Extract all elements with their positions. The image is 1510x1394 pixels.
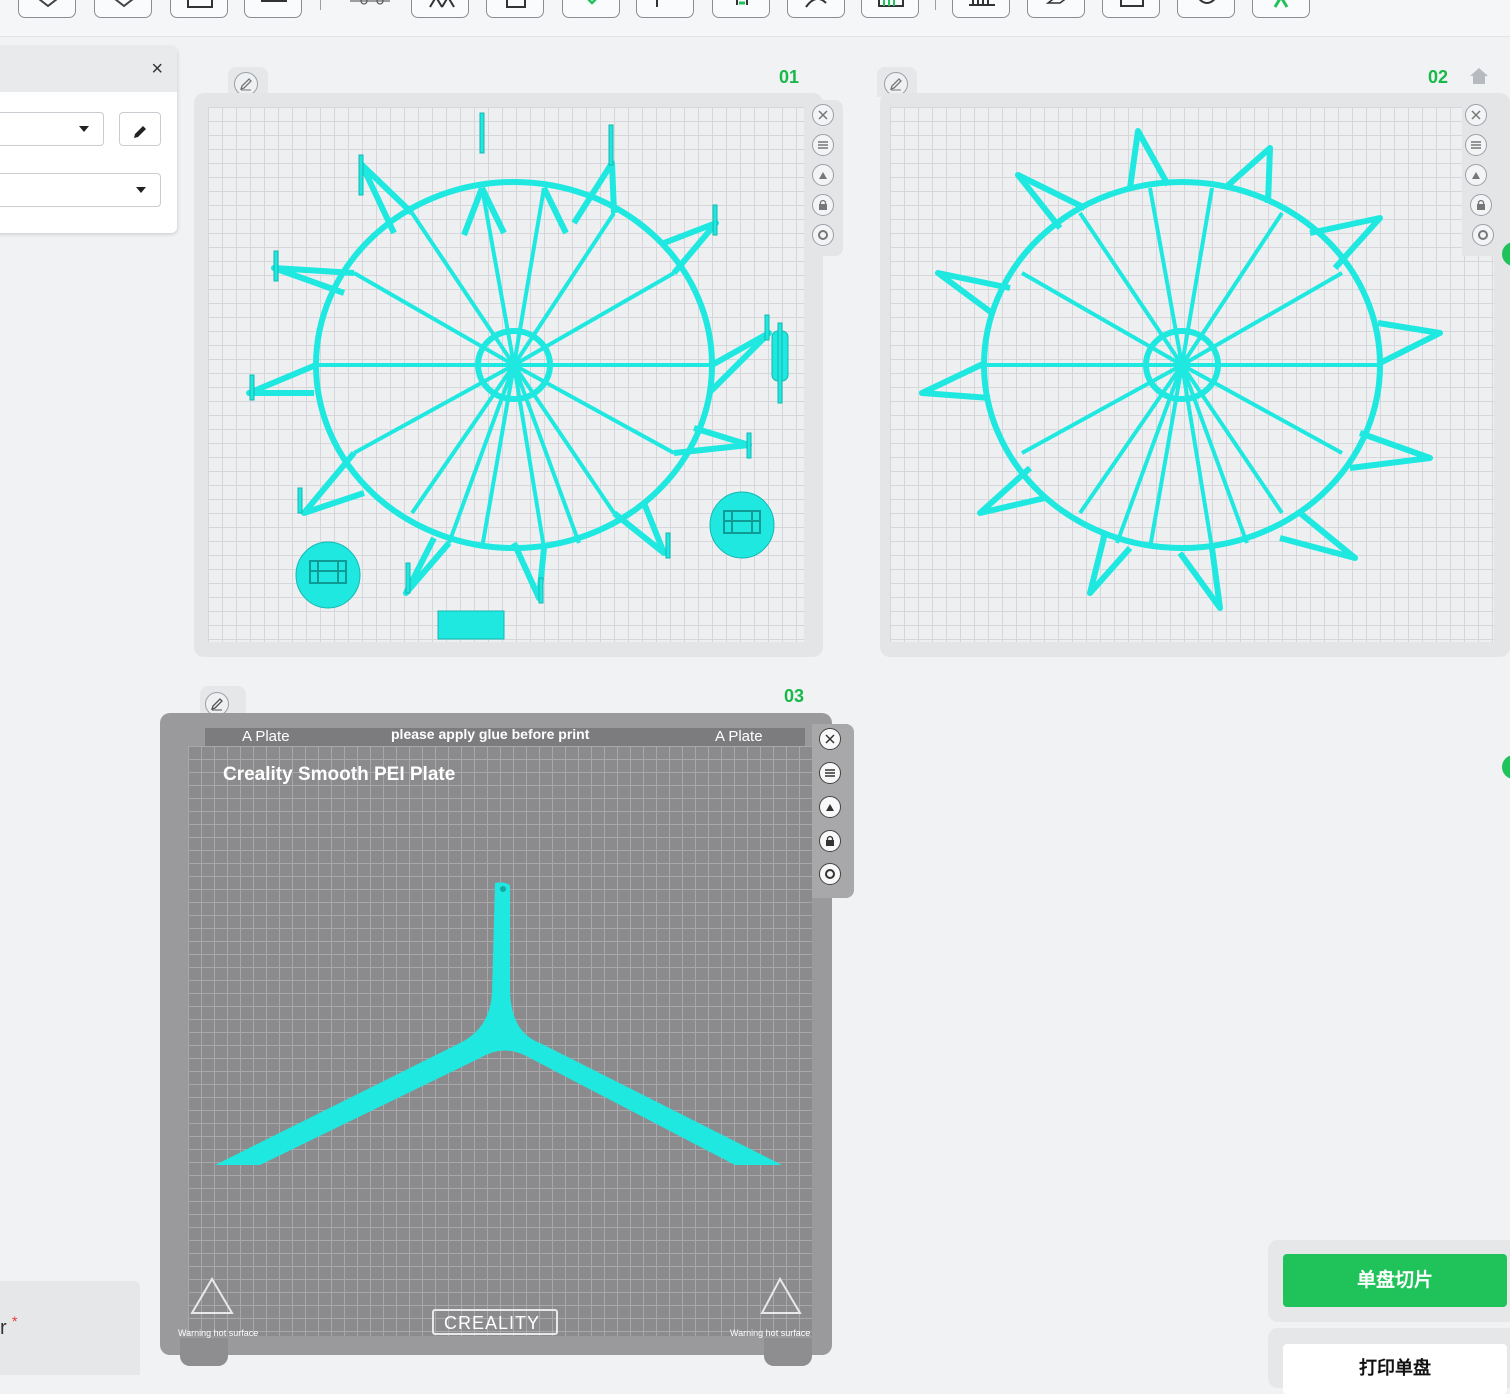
- panel-header: ×: [0, 47, 177, 92]
- more-icon[interactable]: [1252, 0, 1310, 18]
- bottom-left-panel: r *: [0, 1281, 140, 1375]
- pick-icon[interactable]: [335, 0, 393, 18]
- chevron-down-icon: [136, 187, 146, 193]
- plate-list-button[interactable]: [812, 134, 834, 156]
- field-label: r: [0, 1317, 7, 1339]
- seam-icon[interactable]: [861, 0, 919, 18]
- chevron-down-icon: [79, 126, 89, 132]
- text-icon[interactable]: [1027, 0, 1085, 18]
- plate-list-button[interactable]: [1465, 134, 1487, 156]
- delete-plate-button[interactable]: [819, 728, 841, 750]
- cut-icon[interactable]: [636, 0, 694, 18]
- plate-number: 02: [1428, 67, 1449, 87]
- plate-grip-right: [764, 1338, 812, 1366]
- auto-arrange-button[interactable]: [1465, 164, 1487, 186]
- close-icon[interactable]: ×: [151, 59, 163, 79]
- plate-list-button[interactable]: [819, 762, 841, 784]
- arrange-icon[interactable]: [411, 0, 469, 18]
- brand-logo: CREALITY: [444, 1313, 541, 1333]
- plate-03-models[interactable]: [160, 713, 832, 1355]
- warning-left: Warning hot surface: [178, 1328, 259, 1338]
- material-select[interactable]: [0, 173, 161, 207]
- lock-plate-button[interactable]: [1470, 194, 1492, 216]
- settings-panel: ×: [0, 47, 177, 233]
- required-mark: *: [12, 1313, 18, 1329]
- plate-grip-left: [180, 1338, 228, 1366]
- auto-arrange-button[interactable]: [812, 164, 834, 186]
- support-icon[interactable]: [712, 0, 770, 18]
- print-plate-button[interactable]: 打印单盘: [1283, 1344, 1507, 1394]
- cube-icon[interactable]: [562, 0, 620, 18]
- toolbar-separator: [320, 0, 321, 10]
- preset-select[interactable]: [0, 112, 104, 146]
- rotate-icon[interactable]: [1177, 0, 1235, 18]
- slice-plate-button[interactable]: 单盘切片: [1283, 1254, 1507, 1307]
- auto-arrange-button[interactable]: [819, 796, 841, 818]
- pencil-icon: [134, 126, 146, 138]
- import-icon[interactable]: [94, 0, 152, 18]
- paint-icon[interactable]: [787, 0, 845, 18]
- view-icon[interactable]: [170, 0, 228, 18]
- plate-number: 01: [779, 67, 800, 87]
- toolbar-separator: [935, 0, 936, 10]
- status-indicator: [1502, 755, 1510, 779]
- plate-icon[interactable]: [486, 0, 544, 18]
- main-toolbar: [0, 0, 1510, 37]
- plate-number: 03: [784, 686, 805, 706]
- delete-plate-button[interactable]: [1465, 104, 1487, 126]
- assemble-icon[interactable]: [1102, 0, 1160, 18]
- add-icon[interactable]: [18, 0, 76, 18]
- delete-plate-button[interactable]: [812, 104, 834, 126]
- layout-icon[interactable]: [244, 0, 302, 18]
- lock-plate-button[interactable]: [812, 194, 834, 216]
- home-icon[interactable]: [1468, 66, 1490, 86]
- lock-plate-button[interactable]: [819, 830, 841, 852]
- plate-settings-button[interactable]: [812, 224, 834, 246]
- plate-settings-button[interactable]: [819, 863, 841, 885]
- plate-01-models[interactable]: [194, 93, 823, 657]
- plate-02-models[interactable]: [880, 93, 1510, 657]
- warning-right: Warning hot surface: [730, 1328, 811, 1338]
- measure-icon[interactable]: [952, 0, 1010, 18]
- plate-settings-button[interactable]: [1472, 224, 1494, 246]
- edit-preset-button[interactable]: [119, 112, 161, 146]
